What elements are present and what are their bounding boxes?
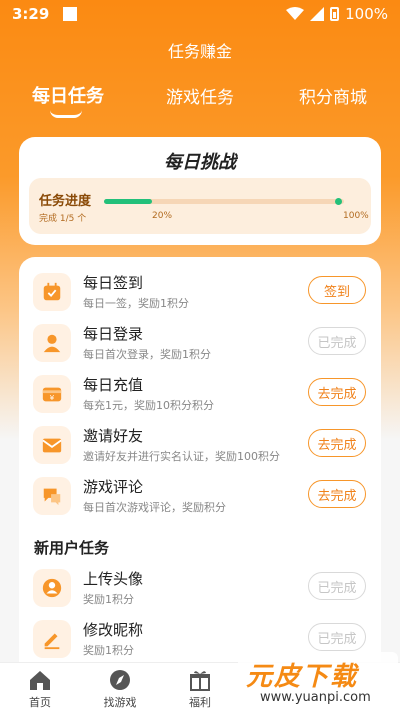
comment-go-button[interactable]: 去完成 — [308, 480, 366, 508]
task-title: 每日签到 — [83, 274, 144, 292]
comment-icon — [33, 477, 71, 515]
checkin-button[interactable]: 签到 — [308, 276, 366, 304]
task-desc: 奖励1积分 — [83, 644, 134, 657]
nav-welfare[interactable]: 福利 — [170, 669, 230, 710]
new-user-section-title: 新用户任务 — [34, 539, 110, 557]
task-row-login: 每日登录 每日首次登录，奖励1积分 已完成 — [19, 321, 381, 371]
nav-label: 找游戏 — [103, 696, 137, 709]
watermark-main-text: 元皮下载 — [246, 662, 359, 692]
task-desc: 奖励1积分 — [83, 593, 134, 606]
task-desc: 每日一签，奖励1积分 — [83, 297, 189, 310]
daily-challenge-card: 每日挑战 任务进度 完成 1/5 个 20% 100% — [19, 137, 381, 245]
task-title: 邀请好友 — [83, 427, 144, 445]
progress-mark-20: 20% — [152, 211, 173, 221]
task-title: 每日充值 — [83, 376, 144, 394]
svg-text:¥: ¥ — [50, 393, 55, 402]
user-icon — [33, 324, 71, 362]
task-desc: 每日首次登录，奖励1积分 — [83, 348, 211, 361]
home-icon — [30, 671, 50, 690]
invite-mail-icon — [33, 426, 71, 464]
task-desc: 每充1元，奖励10积分积分 — [83, 399, 214, 412]
task-row-invite: 邀请好友 邀请好友并进行实名认证，奖励100积分 去完成 — [19, 423, 381, 473]
active-tab-indicator — [50, 110, 82, 118]
status-bar: 3:29 100% — [0, 0, 400, 28]
status-time: 3:29 — [12, 5, 50, 23]
recharge-go-button[interactable]: 去完成 — [308, 378, 366, 406]
progress-track — [104, 198, 344, 205]
avatar-icon — [33, 569, 71, 607]
task-row-checkin: 每日签到 每日一签，奖励1积分 签到 — [19, 270, 381, 320]
battery-level: 100% — [345, 5, 388, 23]
task-row-recharge: ¥ 每日充值 每充1元，奖励10积分积分 去完成 — [19, 372, 381, 422]
edit-icon — [33, 620, 71, 658]
nav-label: 首页 — [29, 696, 51, 709]
invite-go-button[interactable]: 去完成 — [308, 429, 366, 457]
notification-icon — [63, 7, 78, 21]
task-row-comment: 游戏评论 每日首次游戏评论，奖励积分 去完成 — [19, 474, 381, 524]
task-desc: 邀请好友并进行实名认证，奖励100积分 — [83, 450, 280, 463]
tab-points-mall[interactable]: 积分商城 — [299, 83, 367, 108]
task-desc: 每日首次游戏评论，奖励积分 — [83, 501, 226, 514]
task-list-card: 每日签到 每日一签，奖励1积分 签到 每日登录 每日首次登录，奖励1积分 已完成… — [19, 257, 381, 677]
gift-icon — [190, 671, 210, 691]
compass-icon — [110, 670, 130, 690]
progress-label: 任务进度 — [39, 194, 92, 209]
tab-daily-tasks[interactable]: 每日任务 — [32, 82, 104, 108]
tab-game-tasks[interactable]: 游戏任务 — [166, 83, 234, 108]
login-completed-button[interactable]: 已完成 — [308, 327, 366, 355]
watermark-url: www.yuanpi.com — [260, 690, 371, 705]
task-title: 上传头像 — [83, 570, 144, 588]
page-title: 任务赚金 — [167, 42, 232, 61]
progress-fill — [104, 199, 152, 204]
progress-end-dot — [335, 198, 342, 205]
nav-home[interactable]: 首页 — [10, 669, 70, 710]
task-title: 每日登录 — [83, 325, 144, 343]
challenge-title: 每日挑战 — [164, 152, 236, 173]
upload-avatar-completed-button[interactable]: 已完成 — [308, 572, 366, 600]
nav-find-games[interactable]: 找游戏 — [90, 669, 150, 710]
progress-mark-100: 100% — [343, 211, 369, 221]
wallet-yen-icon: ¥ — [33, 375, 71, 413]
task-row-upload-avatar: 上传头像 奖励1积分 已完成 — [19, 566, 381, 616]
progress-completed-text: 完成 1/5 个 — [39, 214, 87, 224]
edit-nickname-completed-button[interactable]: 已完成 — [308, 623, 366, 651]
task-title: 修改昵称 — [83, 621, 144, 639]
calendar-check-icon — [33, 273, 71, 311]
battery-icon — [330, 7, 340, 21]
watermark-logo: 元皮下载 www.yuanpi.com — [238, 652, 398, 710]
task-title: 游戏评论 — [83, 478, 144, 496]
signal-icon — [310, 7, 325, 21]
wifi-icon — [286, 7, 305, 20]
nav-label: 福利 — [189, 696, 211, 709]
progress-box: 任务进度 完成 1/5 个 20% 100% — [29, 178, 371, 234]
